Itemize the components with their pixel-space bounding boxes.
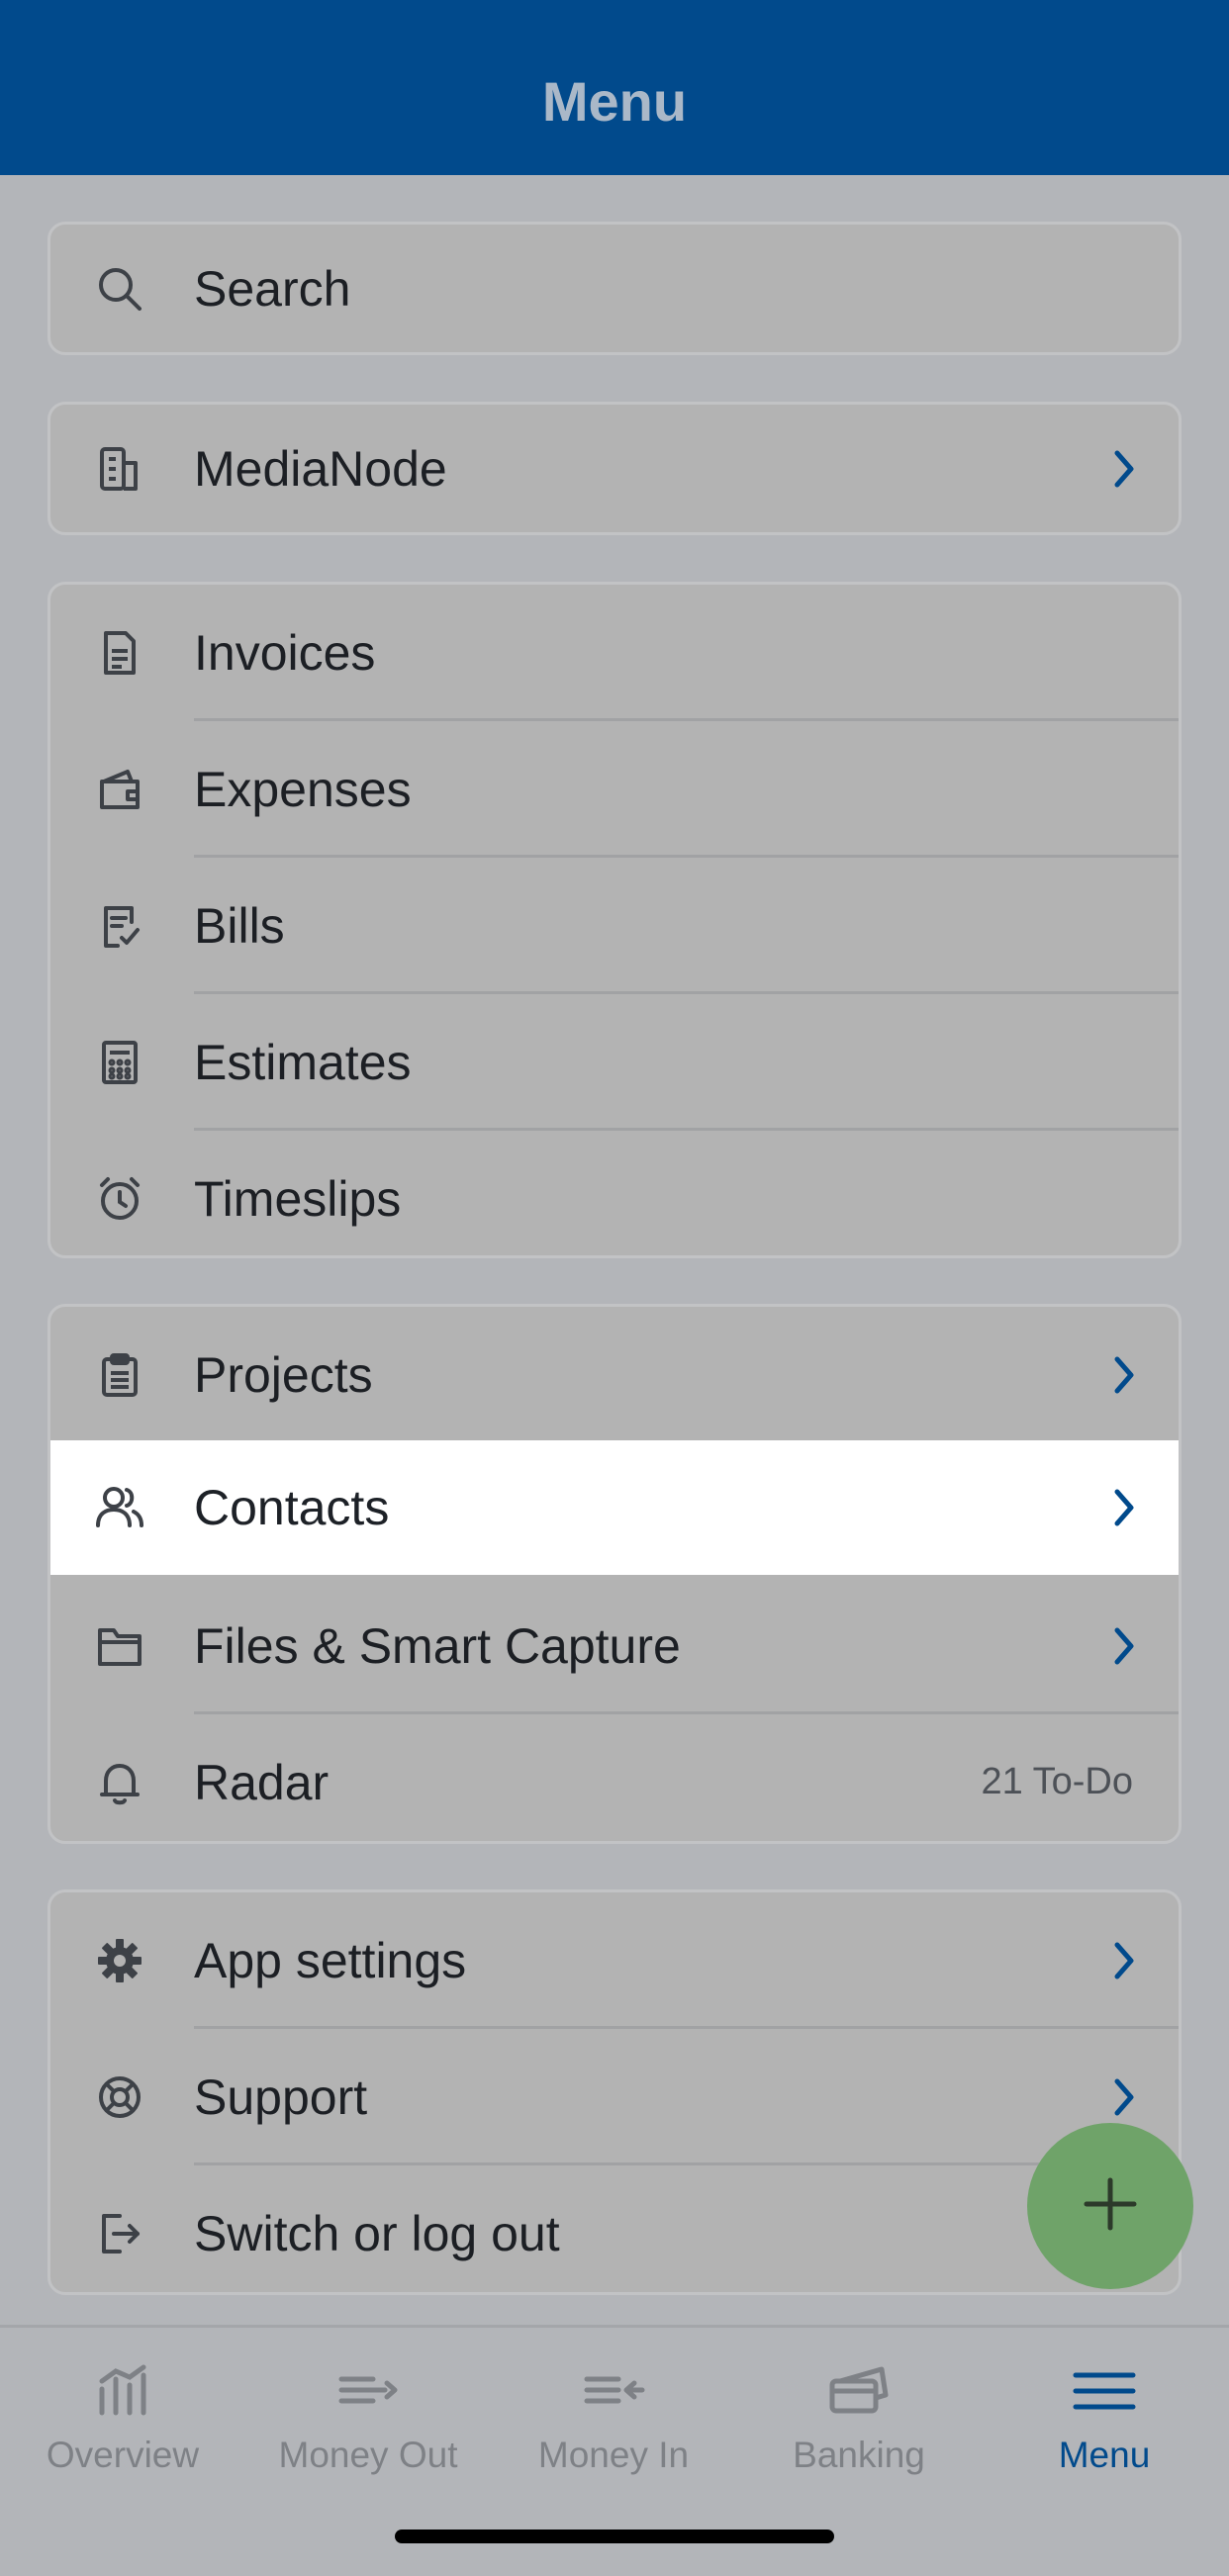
menu-item-label: Files & Smart Capture: [194, 1617, 681, 1674]
chevron-right-icon: [1109, 1624, 1139, 1668]
add-button[interactable]: [1027, 2123, 1193, 2289]
tab-menu[interactable]: Menu: [982, 2328, 1227, 2526]
folder-icon: [92, 1618, 147, 1674]
contacts-icon: [92, 1480, 147, 1535]
tab-label: Money Out: [278, 2435, 458, 2475]
hamburger-icon: [1070, 2355, 1139, 2425]
menu-item-switch-logout[interactable]: Switch or log out: [50, 2165, 1179, 2292]
tab-label: Money In: [537, 2435, 690, 2475]
money-in-icon: [579, 2355, 648, 2425]
logout-icon: [92, 2206, 147, 2261]
menu-item-bills[interactable]: Bills: [50, 858, 1179, 993]
menu-item-expenses[interactable]: Expenses: [50, 721, 1179, 857]
chevron-right-icon: [1109, 1939, 1139, 1982]
gear-icon: [92, 1933, 147, 1988]
menu-item-label: Invoices: [194, 624, 376, 681]
header-bar: Menu: [0, 0, 1229, 175]
bill-icon: [92, 898, 147, 954]
bank-cards-icon: [824, 2355, 894, 2425]
alarm-clock-icon: [92, 1171, 147, 1227]
menu-item-label: Support: [194, 2069, 368, 2125]
tab-label: Banking: [793, 2435, 925, 2475]
tab-money-in[interactable]: Money In: [491, 2328, 736, 2526]
chevron-right-icon: [1109, 447, 1139, 491]
tab-overview[interactable]: Overview: [0, 2328, 245, 2526]
menu-group-account: App settings Support Switch or log out: [47, 1889, 1182, 2295]
invoice-icon: [92, 625, 147, 681]
calculator-icon: [92, 1035, 147, 1090]
menu-item-label: Estimates: [194, 1034, 412, 1090]
menu-item-label: Contacts: [194, 1480, 390, 1535]
menu-item-label: Expenses: [194, 761, 412, 817]
menu-item-files[interactable]: Files & Smart Capture: [50, 1578, 1179, 1713]
company-switcher[interactable]: MediaNode: [47, 402, 1182, 535]
menu-item-invoices[interactable]: Invoices: [50, 585, 1179, 720]
chevron-right-icon: [1109, 1353, 1139, 1397]
money-out-icon: [333, 2355, 403, 2425]
menu-item-label: Timeslips: [194, 1170, 402, 1227]
menu-item-app-settings[interactable]: App settings: [50, 1892, 1179, 2028]
search-icon: [92, 261, 147, 317]
lifebuoy-icon: [92, 2070, 147, 2125]
building-icon: [92, 441, 147, 497]
menu-item-contacts[interactable]: Contacts: [50, 1440, 1179, 1575]
tab-banking[interactable]: Banking: [736, 2328, 982, 2526]
todo-count-badge: 21 To-Do: [981, 1761, 1133, 1802]
tab-label: Overview: [46, 2435, 200, 2475]
clipboard-icon: [92, 1347, 147, 1403]
chart-icon: [88, 2355, 157, 2425]
menu-group-workspace: Projects Contacts Files & Smart Capture: [47, 1304, 1182, 1844]
menu-item-radar[interactable]: Radar 21 To-Do: [50, 1714, 1179, 1841]
company-name: MediaNode: [194, 440, 447, 497]
home-indicator[interactable]: [395, 2530, 834, 2543]
menu-item-estimates[interactable]: Estimates: [50, 994, 1179, 1130]
search-field[interactable]: Search: [47, 222, 1182, 355]
tab-label: Menu: [1058, 2435, 1151, 2475]
page-title: Menu: [541, 70, 688, 133]
search-placeholder: Search: [194, 260, 351, 317]
menu-item-projects[interactable]: Projects: [50, 1307, 1179, 1442]
bell-icon: [92, 1755, 147, 1810]
chevron-right-icon: [1109, 2075, 1139, 2119]
chevron-right-icon: [1109, 1486, 1139, 1529]
menu-item-label: Radar: [194, 1754, 330, 1810]
menu-item-timeslips[interactable]: Timeslips: [50, 1131, 1179, 1255]
tab-money-out[interactable]: Money Out: [245, 2328, 491, 2526]
wallet-icon: [92, 762, 147, 817]
menu-group-finance: Invoices Expenses Bills Estimates Timesl…: [47, 582, 1182, 1258]
plus-icon: [1081, 2174, 1140, 2239]
menu-item-label: Bills: [194, 897, 285, 954]
menu-item-label: Switch or log out: [194, 2205, 560, 2261]
menu-item-label: App settings: [194, 1932, 467, 1988]
menu-item-support[interactable]: Support: [50, 2029, 1179, 2164]
menu-item-label: Projects: [194, 1346, 373, 1403]
